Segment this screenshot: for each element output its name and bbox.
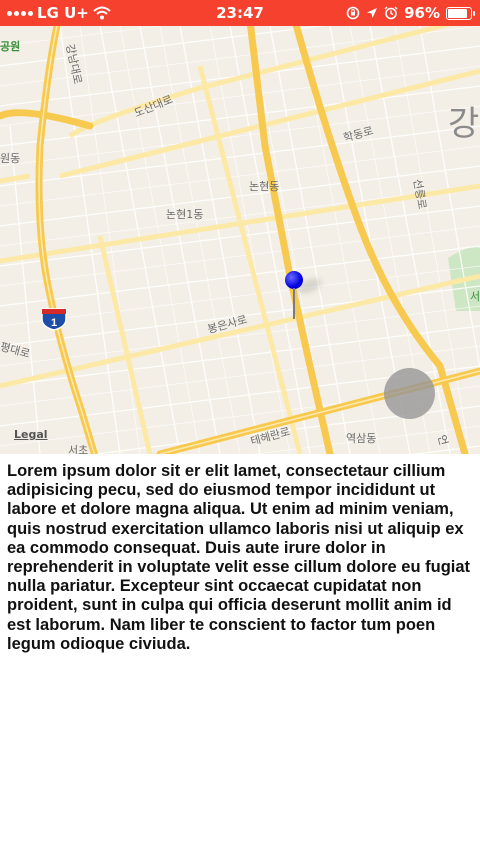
status-bar: LG U+ 23:47 96% (0, 0, 480, 26)
location-arrow-icon (367, 8, 378, 18)
alarm-icon (384, 6, 398, 20)
map-label-wondong: 원동 (0, 152, 21, 165)
map-pin-stem (293, 288, 295, 319)
highway-shield-number: 1 (51, 317, 57, 329)
highway-shield-icon: 1 (41, 308, 67, 331)
legal-link[interactable]: Legal (14, 428, 48, 441)
map-label-seocho: 서초 (68, 444, 89, 454)
rotation-lock-icon (346, 6, 360, 20)
map-label-green-s: 서 (470, 290, 480, 303)
map-label-gang: 강 (448, 104, 480, 144)
map-pin[interactable] (285, 271, 305, 321)
map-label-nonhyeon-dong: 논현동 (249, 180, 280, 193)
map-label-nonhyeon-1dong: 논현1동 (166, 208, 204, 221)
touch-indicator (384, 368, 435, 419)
map-label-park: 공원 (0, 40, 21, 53)
battery-percent: 96% (404, 4, 440, 22)
clock-time: 23:47 (216, 4, 264, 22)
map-view[interactable]: 공원 강남대로 도산대로 학동로 강 원동 논현동 논현1동 선릉로 서 봉은사… (0, 26, 480, 454)
map-pin-head-icon (285, 271, 303, 289)
battery-icon (446, 6, 475, 20)
content-paragraph: Lorem ipsum dolor sit er elit lamet, con… (7, 462, 471, 653)
battery-fill (448, 8, 468, 18)
map-label-yeoksam-dong: 역삼동 (346, 432, 377, 445)
